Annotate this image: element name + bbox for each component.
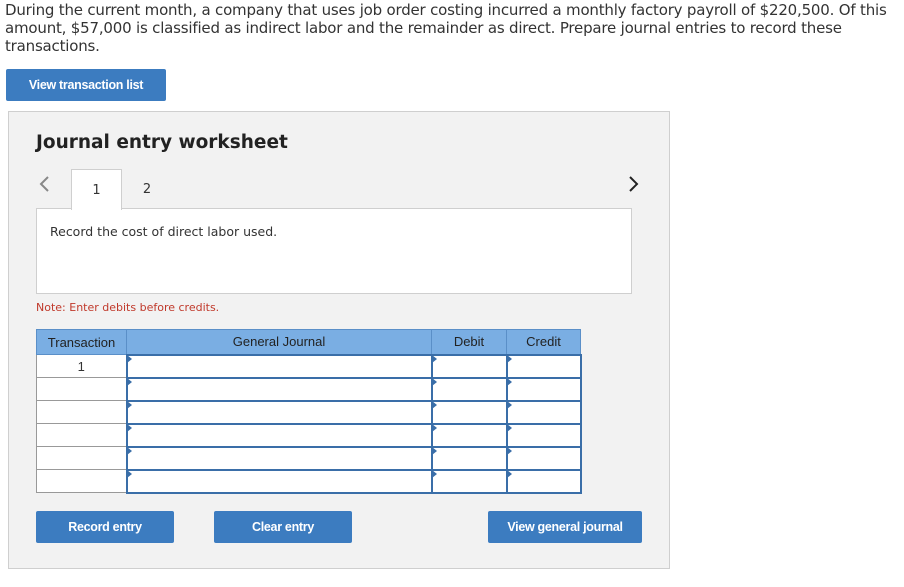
dropdown-marker-icon bbox=[506, 423, 512, 432]
transaction-cell bbox=[36, 469, 127, 493]
debit-input[interactable] bbox=[430, 399, 508, 425]
transaction-cell bbox=[36, 400, 127, 424]
dropdown-marker-icon bbox=[126, 469, 132, 478]
debit-input[interactable] bbox=[430, 445, 508, 471]
journal-entry-worksheet-panel: Journal entry worksheet 1 2 Record the c… bbox=[8, 111, 670, 569]
dropdown-marker-icon bbox=[126, 446, 132, 455]
dropdown-marker-icon bbox=[431, 446, 437, 455]
credit-input[interactable] bbox=[505, 399, 582, 425]
credit-input[interactable] bbox=[505, 445, 582, 471]
entry-description: Record the cost of direct labor used. bbox=[50, 224, 278, 239]
header-transaction: Transaction bbox=[36, 329, 127, 355]
table-row: 1 bbox=[36, 353, 582, 379]
tab-2-label: 2 bbox=[142, 181, 152, 197]
transaction-cell: 1 bbox=[36, 354, 127, 378]
transaction-cell bbox=[36, 377, 127, 401]
dropdown-marker-icon bbox=[126, 423, 132, 432]
general-journal-input[interactable] bbox=[125, 376, 433, 402]
header-general-journal: General Journal bbox=[126, 329, 432, 355]
general-journal-input[interactable] bbox=[125, 445, 433, 471]
chevron-left-icon[interactable] bbox=[37, 174, 53, 194]
credit-input[interactable] bbox=[505, 422, 582, 448]
dropdown-marker-icon bbox=[126, 377, 132, 386]
view-transaction-list-button[interactable]: View transaction list bbox=[6, 69, 166, 101]
tab-1-label: 1 bbox=[92, 182, 101, 198]
table-header-row: Transaction General Journal Debit Credit bbox=[36, 329, 581, 355]
table-row bbox=[36, 468, 582, 494]
dropdown-marker-icon bbox=[431, 354, 437, 363]
chevron-right-icon[interactable] bbox=[625, 174, 641, 194]
dropdown-marker-icon bbox=[506, 469, 512, 478]
header-debit: Debit bbox=[431, 329, 507, 355]
dropdown-marker-icon bbox=[506, 446, 512, 455]
general-journal-input[interactable] bbox=[125, 353, 433, 379]
general-journal-input[interactable] bbox=[125, 399, 433, 425]
debit-input[interactable] bbox=[430, 353, 508, 379]
table-row bbox=[36, 422, 582, 448]
dropdown-marker-icon bbox=[506, 377, 512, 386]
tab-1[interactable]: 1 bbox=[71, 169, 122, 210]
question-text: During the current month, a company that… bbox=[5, 1, 887, 55]
credit-input[interactable] bbox=[505, 468, 582, 494]
tab-2[interactable]: 2 bbox=[122, 169, 172, 209]
dropdown-marker-icon bbox=[506, 400, 512, 409]
dropdown-marker-icon bbox=[431, 400, 437, 409]
dropdown-marker-icon bbox=[431, 469, 437, 478]
transaction-cell bbox=[36, 446, 127, 470]
table-row bbox=[36, 376, 582, 402]
clear-entry-button[interactable]: Clear entry bbox=[214, 511, 352, 543]
dropdown-marker-icon bbox=[506, 354, 512, 363]
dropdown-marker-icon bbox=[126, 400, 132, 409]
credit-input[interactable] bbox=[505, 353, 582, 379]
debit-input[interactable] bbox=[430, 422, 508, 448]
general-journal-input[interactable] bbox=[125, 422, 433, 448]
worksheet-title: Journal entry worksheet bbox=[36, 132, 288, 153]
credit-input[interactable] bbox=[505, 376, 582, 402]
header-credit: Credit bbox=[506, 329, 581, 355]
dropdown-marker-icon bbox=[431, 377, 437, 386]
transaction-cell bbox=[36, 423, 127, 447]
dropdown-marker-icon bbox=[126, 354, 132, 363]
table-row bbox=[36, 399, 582, 425]
general-journal-input[interactable] bbox=[125, 468, 433, 494]
record-entry-button[interactable]: Record entry bbox=[36, 511, 174, 543]
journal-table: Transaction General Journal Debit Credit… bbox=[36, 329, 582, 494]
dropdown-marker-icon bbox=[431, 423, 437, 432]
view-general-journal-button[interactable]: View general journal bbox=[488, 511, 642, 543]
debit-input[interactable] bbox=[430, 376, 508, 402]
debits-note: Note: Enter debits before credits. bbox=[36, 301, 220, 314]
table-row bbox=[36, 445, 582, 471]
entry-description-box: Record the cost of direct labor used. bbox=[36, 208, 632, 294]
debit-input[interactable] bbox=[430, 468, 508, 494]
